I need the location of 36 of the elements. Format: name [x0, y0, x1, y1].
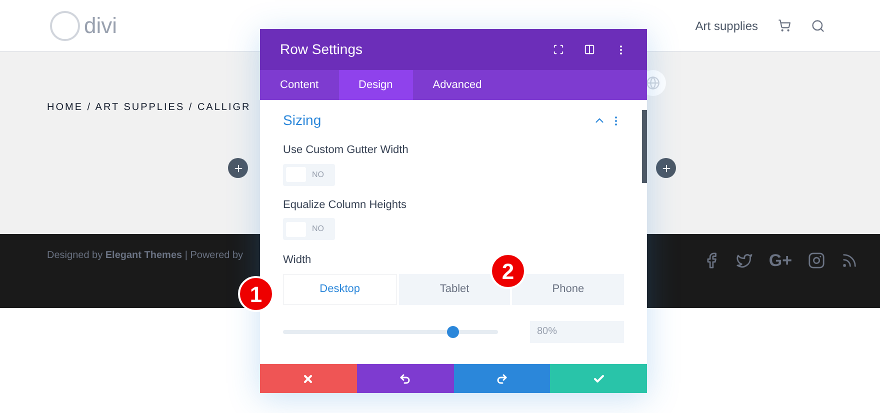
logo-icon — [50, 10, 80, 40]
toggle-switch[interactable]: NO — [283, 218, 335, 240]
cart-icon[interactable] — [778, 19, 791, 32]
add-button[interactable] — [656, 158, 676, 178]
nav-link[interactable]: Art supplies — [695, 16, 758, 34]
value-field[interactable]: 80% — [530, 320, 624, 342]
plus-icon — [660, 162, 672, 174]
footer-credit: Designed by Elegant Themes | Powered by — [47, 249, 244, 263]
split-view-icon[interactable] — [584, 44, 595, 55]
rss-icon[interactable] — [841, 252, 858, 270]
toggle-switch[interactable]: NO — [283, 164, 335, 186]
field-label: Use Custom Gutter Width — [283, 143, 410, 158]
close-icon — [302, 372, 314, 384]
tab[interactable]: Design — [338, 70, 413, 100]
check-icon — [592, 372, 605, 384]
logo-text: divi — [84, 12, 118, 40]
field-label: Width — [283, 253, 312, 268]
globe-icon — [646, 76, 660, 90]
field-label: Equalize Column Heights — [283, 198, 408, 212]
fullscreen-icon[interactable] — [553, 44, 564, 55]
search-icon[interactable] — [811, 18, 825, 32]
breadcrumb: HOME / ART SUPPLIES / CALLIGR — [47, 102, 251, 113]
plus-icon — [232, 162, 244, 174]
tab[interactable]: Advanced — [412, 70, 502, 100]
instagram-icon[interactable] — [808, 252, 825, 270]
device-tab[interactable]: Phone — [512, 274, 624, 304]
device-tab[interactable]: Desktop — [283, 274, 397, 304]
slider-thumb[interactable] — [446, 326, 459, 338]
section-title[interactable]: Sizing — [283, 110, 322, 131]
redo-icon — [496, 372, 508, 384]
modal-title: Row Settings — [280, 40, 362, 59]
add-button[interactable] — [228, 158, 248, 178]
tab[interactable]: Content — [260, 70, 339, 100]
undo-icon — [399, 372, 412, 384]
google-plus-icon[interactable]: G+ — [768, 248, 792, 274]
twitter-icon[interactable] — [736, 252, 753, 270]
